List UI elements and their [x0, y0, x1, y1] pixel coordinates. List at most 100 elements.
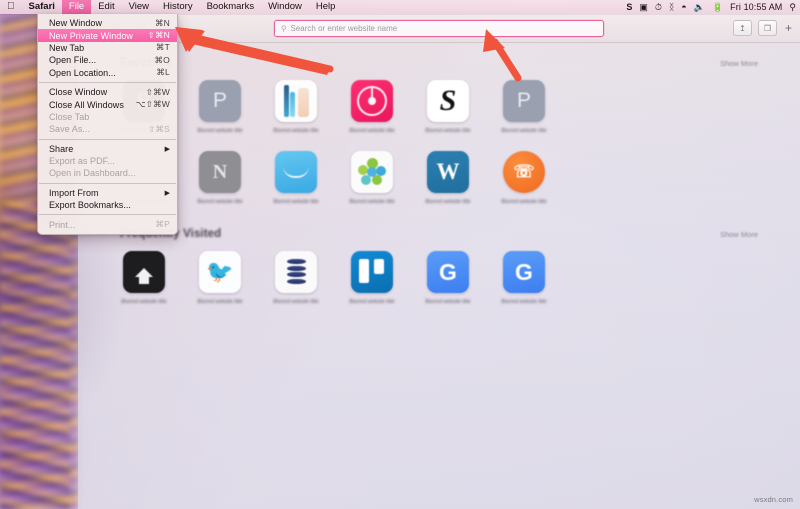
menu-item-label: New Window: [49, 18, 103, 29]
menu-separator: [39, 138, 176, 140]
menu-separator: [39, 81, 176, 83]
menu-item-label: Print...: [49, 219, 76, 230]
favorite-tile[interactable]: P Blurred website title: [196, 80, 244, 135]
submenu-arrow-icon: ▶: [164, 145, 170, 153]
favorite-label: Blurred website title: [197, 128, 243, 134]
favorite-label: Blurred website title: [425, 199, 471, 206]
favorite-tile[interactable]: Blurred website title: [348, 151, 396, 206]
address-bar-container: ⚲ Search or enter website name: [274, 19, 604, 37]
menu-item-export-bookmarks[interactable]: Export Bookmarks...: [38, 199, 177, 211]
spotlight-search-icon[interactable]: ⚲: [789, 2, 796, 12]
battery-icon[interactable]: 🔋: [712, 2, 723, 12]
google-icon: G: [427, 251, 469, 294]
orange-circle-icon: ☏: [503, 151, 545, 194]
favorite-tile[interactable]: ☏ Blurred website title: [500, 151, 548, 206]
dark-badge-icon: [123, 251, 165, 294]
menu-help[interactable]: Help: [309, 0, 343, 14]
menu-item-label: Export as PDF...: [49, 156, 115, 167]
menu-item-label: Open in Dashboard...: [49, 168, 136, 179]
menu-item-shortcut: ⌘N: [154, 17, 170, 28]
display-status-icon[interactable]: ▣: [639, 2, 648, 12]
frequent-site-tile[interactable]: Blurred website title: [120, 251, 168, 306]
menu-item-open-location[interactable]: Open Location... ⌘L: [38, 67, 177, 79]
menu-item-shortcut: ⌘O: [154, 54, 170, 65]
screen: ▤ ‹ › ⚲ Search or enter website name ↥ ❐…: [0, 0, 800, 509]
favorite-label: Blurred website title: [273, 128, 319, 134]
menu-item-new-tab[interactable]: New Tab ⌘T: [38, 42, 177, 54]
volume-icon[interactable]: 🔈: [694, 2, 705, 12]
file-menu-dropdown: New Window ⌘N New Private Window ⇧⌘N New…: [37, 14, 178, 235]
menu-item-label: Close Tab: [49, 111, 90, 122]
search-icon: ⚲: [281, 23, 287, 33]
favorite-label: Blurred website title: [501, 128, 547, 134]
bluetooth-icon[interactable]: ᛝ: [669, 2, 674, 12]
favorite-tile[interactable]: W Blurred website title: [424, 151, 472, 206]
frequent-site-tile[interactable]: 🐦 Blurred website title: [196, 251, 244, 306]
menu-item-close-tab: Close Tab: [38, 111, 177, 123]
menu-item-export-as-pdf: Export as PDF...: [38, 155, 177, 167]
favorite-tile[interactable]: Blurred website title: [272, 80, 320, 135]
menu-item-shortcut: ⌘P: [155, 219, 170, 230]
address-bar[interactable]: ⚲ Search or enter website name: [274, 19, 604, 37]
menu-item-shortcut: ⇧⌘S: [148, 123, 170, 134]
menu-bookmarks[interactable]: Bookmarks: [200, 0, 262, 14]
menu-view[interactable]: View: [122, 0, 156, 14]
menu-item-close-all-windows[interactable]: Close All Windows ⌥⇧⌘W: [38, 98, 177, 110]
menu-bar-clock[interactable]: Fri 10:55 AM: [730, 2, 782, 12]
menu-window[interactable]: Window: [261, 0, 309, 14]
favorite-tile[interactable]: P Blurred website title: [500, 80, 548, 135]
skype-status-icon[interactable]: S: [626, 2, 632, 12]
menu-item-label: New Private Window: [49, 30, 133, 41]
menu-safari[interactable]: Safari: [22, 0, 62, 14]
safari-toolbar: ▤ ‹ › ⚲ Search or enter website name ↥ ❐…: [78, 14, 800, 43]
favorite-tile[interactable]: Blurred website title: [348, 80, 396, 135]
address-bar-placeholder: Search or enter website name: [290, 23, 398, 33]
favorites-show-more[interactable]: Show More: [720, 59, 758, 68]
menu-item-label: Import From: [49, 187, 99, 198]
frequent-site-label: Blurred website title: [121, 299, 167, 306]
frequently-visited-header: Frequently Visited Show More: [120, 228, 758, 240]
menu-item-label: Close All Windows: [49, 99, 124, 110]
menu-item-import-from[interactable]: Import From ▶: [38, 187, 177, 199]
favorite-tile[interactable]: N Blurred website title: [196, 151, 244, 206]
frequent-site-tile[interactable]: Blurred website title: [348, 251, 396, 306]
menu-item-shortcut: ⌥⇧⌘W: [135, 99, 170, 110]
menu-item-shortcut: ⇧⌘N: [147, 30, 170, 41]
flower-logo-icon: [351, 151, 393, 194]
wifi-icon[interactable]: ◓: [681, 2, 686, 12]
menu-history[interactable]: History: [156, 0, 200, 14]
safari-window: ▤ ‹ › ⚲ Search or enter website name ↥ ❐…: [78, 14, 800, 509]
favorite-label: Blurred website title: [501, 199, 547, 206]
favorites-header: Favorites Show More: [120, 57, 758, 69]
menu-item-share[interactable]: Share ▶: [38, 143, 177, 155]
frequent-site-tile[interactable]: G Blurred website title: [424, 251, 472, 306]
menu-item-close-window[interactable]: Close Window ⇧⌘W: [38, 86, 177, 98]
menu-file[interactable]: File: [61, 0, 92, 14]
favorite-tile[interactable]: Blurred website title: [272, 151, 320, 206]
menu-item-open-file[interactable]: Open File... ⌘O: [38, 54, 177, 66]
frequent-site-tile[interactable]: G Blurred website title: [500, 251, 548, 306]
trello-icon: [351, 251, 393, 294]
color-strips-icon: [275, 80, 317, 122]
new-tab-button[interactable]: +: [783, 22, 792, 34]
favorite-label: Blurred website title: [349, 199, 395, 206]
menu-item-label: New Tab: [49, 42, 85, 53]
time-machine-icon[interactable]: ⏱: [655, 2, 662, 12]
macos-menu-bar:  Safari File Edit View History Bookmark…: [0, 0, 800, 14]
favorite-tile[interactable]: S Blurred website title: [424, 80, 472, 135]
favorite-label: Blurred website title: [425, 128, 471, 134]
show-tabs-icon[interactable]: ❐: [757, 20, 777, 36]
watermark: wsxdn.com: [754, 495, 793, 504]
favorite-label: Blurred website title: [197, 199, 243, 206]
frequently-visited-show-more[interactable]: Show More: [720, 230, 758, 239]
apple-logo-icon[interactable]: : [0, 2, 22, 12]
frequent-site-label: Blurred website title: [197, 299, 243, 306]
menu-item-shortcut: ⇧⌘W: [145, 86, 170, 97]
p-logo-icon: P: [503, 80, 545, 122]
share-icon[interactable]: ↥: [732, 20, 752, 36]
menu-item-new-window[interactable]: New Window ⌘N: [38, 17, 177, 29]
menu-edit[interactable]: Edit: [91, 0, 121, 14]
frequent-site-tile[interactable]: Blurred website title: [272, 251, 320, 306]
menu-item-new-private-window[interactable]: New Private Window ⇧⌘N: [38, 29, 177, 42]
menu-item-label: Open Location...: [49, 67, 116, 78]
